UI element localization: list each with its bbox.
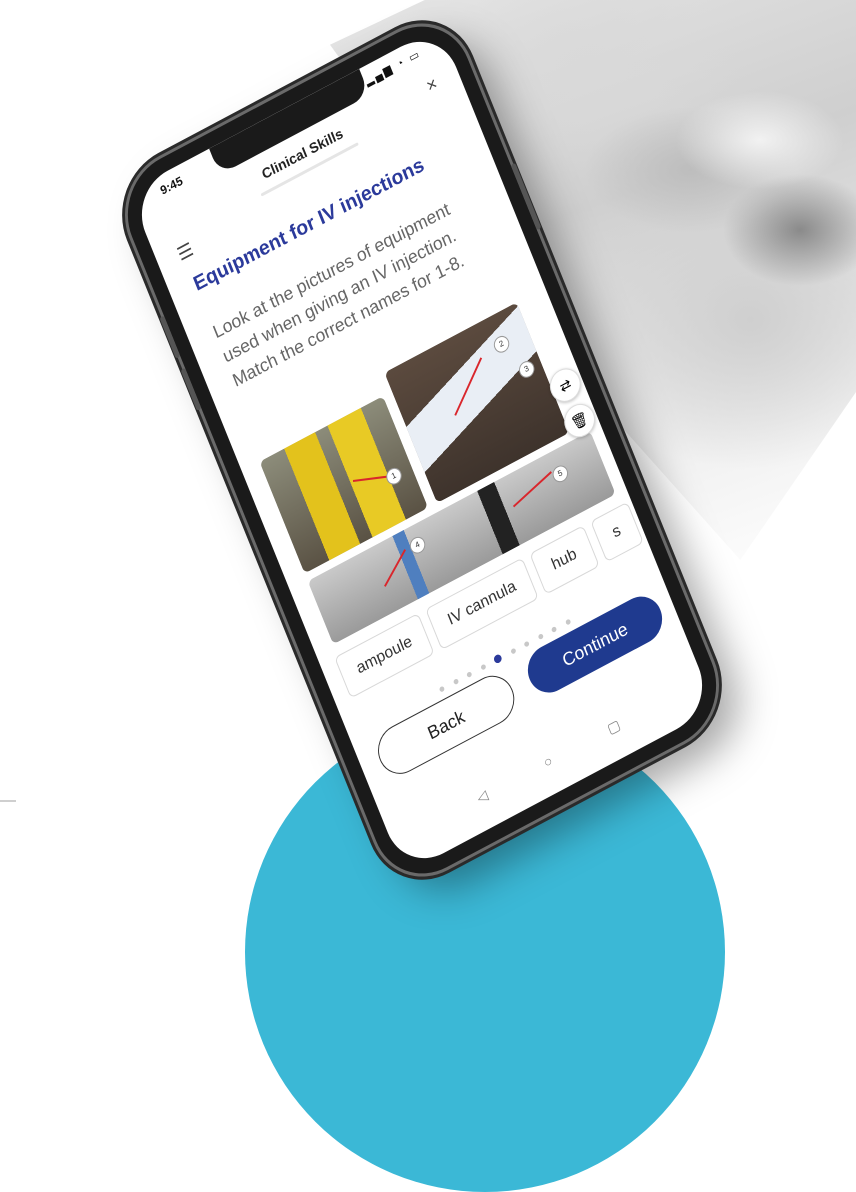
pointer-line [512, 471, 552, 508]
page-dot [523, 640, 530, 648]
marker-1[interactable]: 1 [383, 465, 405, 488]
pointer-line [352, 475, 388, 483]
page-dot [510, 647, 517, 655]
trash-icon[interactable]: 🗑 [559, 398, 600, 444]
page-dot [466, 670, 473, 678]
pointer-line [384, 549, 406, 587]
marker-2[interactable]: 2 [491, 333, 512, 356]
page-dot [564, 618, 571, 626]
chip-partial[interactable]: s [589, 501, 644, 563]
nav-recent-icon[interactable]: ▢ [580, 703, 648, 752]
volume-down-button [180, 367, 202, 412]
chip-hub[interactable]: hub [529, 525, 600, 595]
page-dot [480, 663, 487, 671]
nav-back-icon[interactable]: ◁ [448, 772, 516, 821]
menu-icon[interactable]: ☰ [175, 239, 197, 266]
marker-5[interactable]: 5 [550, 462, 571, 486]
page-dot [439, 685, 446, 693]
volume-up-button [159, 315, 181, 359]
corner-mark [0, 800, 16, 802]
page-dot [537, 633, 544, 641]
pointer-line [454, 357, 483, 416]
marker-3[interactable]: 3 [516, 358, 537, 381]
page-dot [452, 678, 460, 686]
page-dot [550, 625, 558, 633]
nav-home-icon[interactable]: ○ [514, 737, 582, 785]
status-time: 9:45 [158, 173, 185, 198]
marker-4[interactable]: 4 [407, 534, 428, 557]
page-dot-active [492, 653, 504, 665]
